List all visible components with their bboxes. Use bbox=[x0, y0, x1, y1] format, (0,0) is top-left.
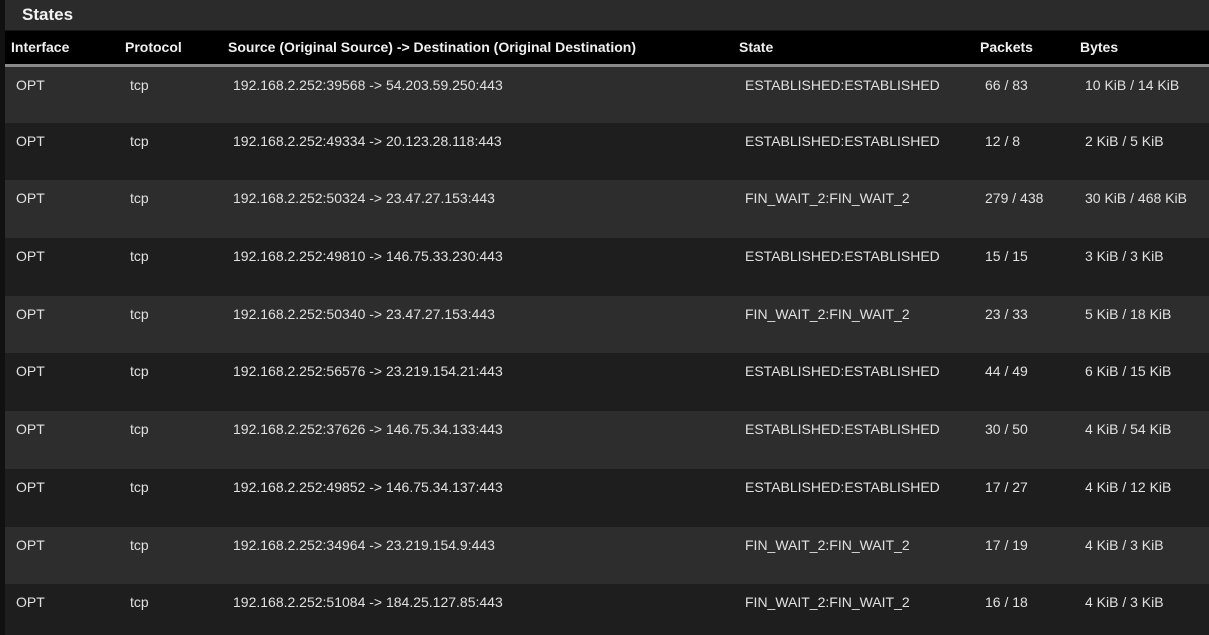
cell-state: ESTABLISHED:ESTABLISHED bbox=[745, 478, 940, 495]
cell-bytes: 2 KiB / 5 KiB bbox=[1085, 132, 1164, 149]
cell-bytes: 4 KiB / 12 KiB bbox=[1085, 478, 1172, 495]
cell-interface: OPT bbox=[16, 536, 45, 553]
cell-protocol: tcp bbox=[130, 76, 149, 93]
cell-packets: 66 / 83 bbox=[985, 76, 1028, 93]
cell-source-destination: 192.168.2.252:56576 -> 23.219.154.21:443 bbox=[233, 363, 503, 380]
cell-bytes: 30 KiB / 468 KiB bbox=[1085, 190, 1187, 207]
cell-state: ESTABLISHED:ESTABLISHED bbox=[745, 363, 940, 380]
table-body: OPT tcp 192.168.2.252:39568 -> 54.203.59.2… bbox=[5, 65, 1209, 635]
cell-bytes: 6 KiB / 15 KiB bbox=[1085, 363, 1172, 380]
cell-interface: OPT bbox=[16, 305, 45, 322]
column-header-bytes[interactable]: Bytes bbox=[1080, 31, 1209, 67]
cell-bytes: 4 KiB / 54 KiB bbox=[1085, 421, 1172, 438]
cell-packets: 17 / 19 bbox=[985, 536, 1028, 553]
cell-packets: 44 / 49 bbox=[985, 363, 1028, 380]
table-row: OPT tcp 192.168.2.252:39568 -> 54.203.59.2… bbox=[5, 65, 1209, 123]
states-table: Interface Protocol Source (Original Sour… bbox=[5, 31, 1209, 635]
column-header-interface[interactable]: Interface bbox=[5, 31, 118, 67]
cell-packets: 279 / 438 bbox=[985, 190, 1044, 207]
cell-source-destination: 192.168.2.252:50324 -> 23.47.27.153:443 bbox=[233, 190, 495, 207]
cell-state: ESTABLISHED:ESTABLISHED bbox=[745, 132, 940, 149]
cell-packets: 30 / 50 bbox=[985, 421, 1028, 438]
cell-packets: 17 / 27 bbox=[985, 478, 1028, 495]
cell-source-destination: 192.168.2.252:50340 -> 23.47.27.153:443 bbox=[233, 305, 495, 322]
cell-protocol: tcp bbox=[130, 305, 149, 322]
cell-packets: 16 / 18 bbox=[985, 594, 1028, 611]
cell-protocol: tcp bbox=[130, 478, 149, 495]
column-header-source-destination[interactable]: Source (Original Source) -> Destination … bbox=[228, 31, 739, 67]
cell-packets: 23 / 33 bbox=[985, 305, 1028, 322]
cell-protocol: tcp bbox=[130, 132, 149, 149]
cell-interface: OPT bbox=[16, 76, 45, 93]
cell-state: ESTABLISHED:ESTABLISHED bbox=[745, 421, 940, 438]
cell-bytes: 3 KiB / 3 KiB bbox=[1085, 248, 1164, 265]
column-header-protocol[interactable]: Protocol bbox=[118, 31, 228, 67]
cell-state: FIN_WAIT_2:FIN_WAIT_2 bbox=[745, 536, 910, 553]
cell-source-destination: 192.168.2.252:49334 -> 20.123.28.118:443 bbox=[233, 132, 502, 149]
cell-interface: OPT bbox=[16, 248, 45, 265]
table-row: OPT tcp 192.168.2.252:37626 -> 146.75.34.1… bbox=[5, 411, 1209, 469]
cell-bytes: 5 KiB / 18 KiB bbox=[1085, 305, 1172, 322]
cell-state: ESTABLISHED:ESTABLISHED bbox=[745, 76, 940, 93]
cell-interface: OPT bbox=[16, 132, 45, 149]
cell-protocol: tcp bbox=[130, 190, 149, 207]
cell-state: ESTABLISHED:ESTABLISHED bbox=[745, 248, 940, 265]
cell-source-destination: 192.168.2.252:51084 -> 184.25.127.85:443 bbox=[233, 594, 503, 611]
cell-interface: OPT bbox=[16, 421, 45, 438]
cell-protocol: tcp bbox=[130, 594, 149, 611]
column-header-packets[interactable]: Packets bbox=[979, 31, 1080, 67]
cell-interface: OPT bbox=[16, 190, 45, 207]
cell-bytes: 4 KiB / 3 KiB bbox=[1085, 536, 1164, 553]
cell-interface: OPT bbox=[16, 478, 45, 495]
cell-protocol: tcp bbox=[130, 248, 149, 265]
table-header-row: Interface Protocol Source (Original Sour… bbox=[5, 31, 1209, 67]
table-row: OPT tcp 192.168.2.252:50340 -> 23.47.27.15… bbox=[5, 295, 1209, 354]
column-header-state[interactable]: State bbox=[739, 31, 979, 67]
table-row: OPT tcp 192.168.2.252:51084 -> 184.25.127.… bbox=[5, 584, 1209, 635]
table-row: OPT tcp 192.168.2.252:49852 -> 146.75.34.1… bbox=[5, 468, 1209, 527]
cell-source-destination: 192.168.2.252:49810 -> 146.75.33.230:443 bbox=[233, 248, 503, 265]
cell-source-destination: 192.168.2.252:34964 -> 23.219.154.9:443 bbox=[233, 536, 495, 553]
cell-protocol: tcp bbox=[130, 363, 149, 380]
cell-packets: 12 / 8 bbox=[985, 132, 1021, 149]
cell-protocol: tcp bbox=[130, 536, 149, 553]
cell-protocol: tcp bbox=[130, 421, 149, 438]
cell-interface: OPT bbox=[16, 594, 45, 611]
cell-source-destination: 192.168.2.252:39568 -> 54.203.59.250:443 bbox=[233, 76, 503, 93]
cell-bytes: 4 KiB / 3 KiB bbox=[1085, 594, 1164, 611]
states-panel: States Interface Protocol Source (Origin… bbox=[5, 0, 1209, 635]
table-row: OPT tcp 192.168.2.252:56576 -> 23.219.154.… bbox=[5, 353, 1209, 412]
table-row: OPT tcp 192.168.2.252:49334 -> 20.123.28.1… bbox=[5, 122, 1209, 181]
cell-state: FIN_WAIT_2:FIN_WAIT_2 bbox=[745, 190, 910, 207]
cell-source-destination: 192.168.2.252:37626 -> 146.75.34.133:443 bbox=[233, 421, 503, 438]
panel-title: States bbox=[5, 0, 1209, 31]
table-row: OPT tcp 192.168.2.252:49810 -> 146.75.33.2… bbox=[5, 238, 1209, 296]
cell-state: FIN_WAIT_2:FIN_WAIT_2 bbox=[745, 305, 910, 322]
cell-interface: OPT bbox=[16, 363, 45, 380]
cell-state: FIN_WAIT_2:FIN_WAIT_2 bbox=[745, 594, 910, 611]
table-row: OPT tcp 192.168.2.252:34964 -> 23.219.154.… bbox=[5, 526, 1209, 585]
cell-source-destination: 192.168.2.252:49852 -> 146.75.34.137:443 bbox=[233, 478, 503, 495]
cell-packets: 15 / 15 bbox=[985, 248, 1028, 265]
table-row: OPT tcp 192.168.2.252:50324 -> 23.47.27.15… bbox=[5, 180, 1209, 239]
cell-bytes: 10 KiB / 14 KiB bbox=[1085, 76, 1180, 93]
